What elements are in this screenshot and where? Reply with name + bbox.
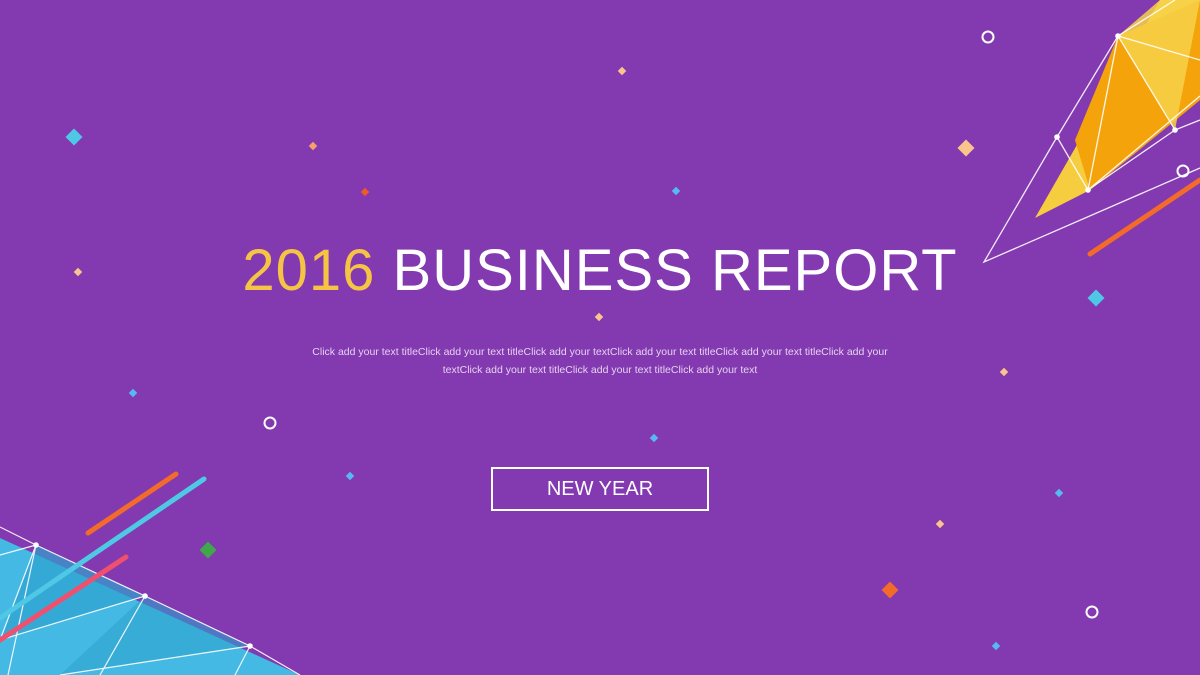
- new-year-button[interactable]: NEW YEAR: [491, 467, 709, 511]
- orange-line-left: [85, 471, 179, 536]
- slide: 2016 BUSINESS REPORT Click add your text…: [0, 0, 1200, 675]
- slide-subtitle: Click add your text titleClick add your …: [312, 346, 888, 376]
- confetti: [65, 30, 1190, 651]
- title-year: 2016: [242, 238, 376, 303]
- top-right-triangle-graphic: [982, 0, 1200, 264]
- slide-title: 2016 BUSINESS REPORT: [0, 236, 1200, 306]
- background-decoration: [0, 0, 1200, 675]
- title-main: BUSINESS REPORT: [392, 238, 958, 303]
- bottom-left-triangle-graphic: [0, 471, 301, 675]
